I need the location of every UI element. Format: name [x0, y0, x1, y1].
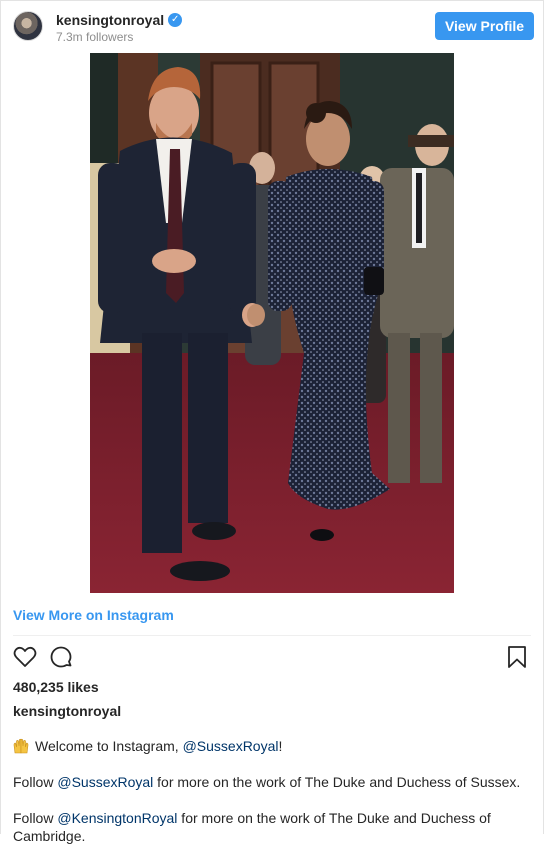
- mention-link[interactable]: @KensingtonRoyal: [57, 810, 177, 826]
- avatar[interactable]: [13, 11, 43, 41]
- mention-link[interactable]: @SussexRoyal: [183, 738, 279, 754]
- like-count: 480,235 likes: [13, 679, 99, 695]
- view-more-link[interactable]: View More on Instagram: [13, 607, 174, 623]
- post-photo-image: [90, 53, 454, 593]
- bookmark-icon[interactable]: [505, 645, 531, 671]
- username-text: kensingtonroyal: [56, 12, 165, 28]
- caption-line-2: Follow @SussexRoyal for more on the work…: [13, 773, 531, 791]
- post-header: kensingtonroyal ✓ 7.3m followers View Pr…: [1, 1, 545, 51]
- caption-line-3: Follow @KensingtonRoyal for more on the …: [13, 809, 531, 827]
- caption-text: !: [278, 738, 283, 754]
- caption-line-4: Cambridge.: [13, 827, 531, 845]
- instagram-embed: kensingtonroyal ✓ 7.3m followers View Pr…: [0, 0, 545, 844]
- action-bar: [13, 645, 531, 671]
- comment-icon[interactable]: [49, 645, 75, 671]
- raising-hands-emoji: [13, 738, 29, 754]
- divider: [13, 635, 531, 636]
- view-profile-button[interactable]: View Profile: [435, 12, 534, 40]
- caption-line-1: Welcome to Instagram, @SussexRoyal!: [13, 737, 531, 755]
- post-photo[interactable]: [90, 53, 454, 593]
- username-link[interactable]: kensingtonroyal ✓: [56, 12, 183, 28]
- caption-text: Cambridge.: [13, 828, 86, 844]
- heart-icon[interactable]: [13, 645, 39, 671]
- caption-text: Welcome to Instagram,: [35, 738, 183, 754]
- caption-text: for more on the work of The Duke and Duc…: [153, 774, 521, 790]
- caption-username[interactable]: kensingtonroyal: [13, 703, 121, 719]
- verified-badge-icon: ✓: [168, 13, 183, 27]
- follower-count: 7.3m followers: [56, 30, 134, 44]
- caption-text: Follow: [13, 774, 58, 790]
- mention-link[interactable]: @SussexRoyal: [57, 774, 153, 790]
- caption-text: Follow: [13, 810, 58, 826]
- caption-text: for more on the work of The Duke and Duc…: [177, 810, 491, 826]
